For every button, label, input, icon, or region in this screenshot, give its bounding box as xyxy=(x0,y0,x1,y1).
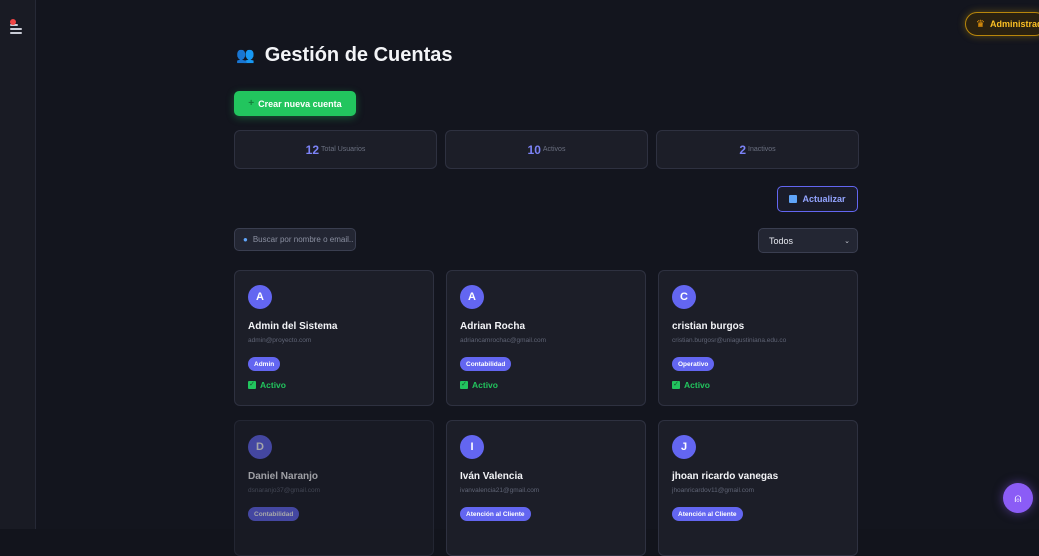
refresh-button[interactable]: Actualizar xyxy=(777,186,858,212)
search-icon: ● xyxy=(243,235,248,244)
user-card[interactable]: A Adrian Rocha adriancamrochac@gmail.com… xyxy=(446,270,646,406)
user-email: cristian.burgosr@uniagustiniana.edu.co xyxy=(672,337,787,344)
stat-inactive-users: 2 Inactivos xyxy=(656,130,859,169)
plus-icon: + xyxy=(248,98,255,109)
user-email: jhoanricardov11@gmail.com xyxy=(672,487,754,494)
status-text: Activo xyxy=(472,380,498,390)
floating-action-button[interactable]: ⍝ xyxy=(1003,483,1033,513)
chevron-down-icon: ⌄ xyxy=(844,237,850,245)
bell-icon: ⍝ xyxy=(1014,490,1022,505)
users-icon: 👥 xyxy=(236,47,255,64)
avatar: A xyxy=(460,285,484,309)
stat-total-users: 12 Total Usuarios xyxy=(234,130,437,169)
stat-value: 10 xyxy=(527,142,541,157)
user-name: Iván Valencia xyxy=(460,471,523,482)
avatar: C xyxy=(672,285,696,309)
avatar: J xyxy=(672,435,696,459)
sidebar xyxy=(0,0,36,529)
user-card-inactive[interactable]: D Daniel Naranjo dsnaranjo37@gmail.com C… xyxy=(234,420,434,556)
avatar: A xyxy=(248,285,272,309)
user-email: ivanvalencia21@gmail.com xyxy=(460,487,540,494)
user-email: admin@proyecto.com xyxy=(248,337,312,344)
stat-label: Activos xyxy=(542,146,566,153)
user-email: adriancamrochac@gmail.com xyxy=(460,337,547,344)
stat-label: Total Usuarios xyxy=(321,146,366,153)
create-account-button[interactable]: + Crear nueva cuenta xyxy=(234,91,356,116)
search-input[interactable] xyxy=(252,235,353,244)
create-account-label: Crear nueva cuenta xyxy=(258,98,342,109)
refresh-icon xyxy=(789,195,798,203)
avatar: I xyxy=(460,435,484,459)
user-card[interactable]: C cristian burgos cristian.burgosr@uniag… xyxy=(658,270,858,406)
stat-value: 2 xyxy=(739,142,747,157)
role-badge: Atención al Cliente xyxy=(460,507,531,521)
user-card[interactable]: J jhoan ricardo vanegas jhoanricardov11@… xyxy=(658,420,858,556)
status-indicator: ✓ Activo xyxy=(672,380,710,390)
role-badge: Contabilidad xyxy=(460,357,512,371)
role-badge: Operativo xyxy=(672,357,715,371)
user-name: cristian burgos xyxy=(672,321,745,332)
status-text: Activo xyxy=(684,380,710,390)
hamburger-menu-icon[interactable] xyxy=(10,19,26,36)
page-title-text: Gestión de Cuentas xyxy=(264,44,453,66)
user-name: jhoan ricardo vanegas xyxy=(672,471,779,482)
role-badge: Contabilidad xyxy=(248,507,300,521)
status-text: Activo xyxy=(260,380,286,390)
check-icon: ✓ xyxy=(672,381,680,389)
crown-icon: ♛ xyxy=(976,18,985,30)
user-name: Admin del Sistema xyxy=(248,321,338,332)
user-card[interactable]: A Admin del Sistema admin@proyecto.com A… xyxy=(234,270,434,406)
stat-active-users: 10 Activos xyxy=(445,130,648,169)
user-name: Adrian Rocha xyxy=(460,321,526,332)
page-title: 👥 Gestión de Cuentas xyxy=(236,44,453,67)
user-card[interactable]: I Iván Valencia ivanvalencia21@gmail.com… xyxy=(446,420,646,556)
status-indicator: ✓ Activo xyxy=(460,380,498,390)
avatar: D xyxy=(248,435,272,459)
stat-value: 12 xyxy=(305,142,319,157)
role-badge: Admin xyxy=(248,357,281,371)
user-name: Daniel Naranjo xyxy=(248,471,319,482)
status-indicator: ✓ Activo xyxy=(248,380,286,390)
search-field[interactable]: ● xyxy=(234,228,356,251)
role-badge: Atención al Cliente xyxy=(672,507,743,521)
notification-dot xyxy=(10,19,16,25)
check-icon: ✓ xyxy=(460,381,468,389)
admin-role-label: Administrador xyxy=(989,19,1039,29)
check-icon: ✓ xyxy=(248,381,256,389)
refresh-label: Actualizar xyxy=(802,194,846,204)
stat-label: Inactivos xyxy=(748,146,776,153)
status-filter-value: Todos xyxy=(769,235,794,246)
status-filter-select[interactable]: Todos ⌄ xyxy=(758,228,858,253)
user-email: dsnaranjo37@gmail.com xyxy=(248,487,320,494)
admin-role-badge[interactable]: ♛ Administrador xyxy=(965,12,1039,36)
app-window: ♛ Administrador 👥 Gestión de Cuentas + C… xyxy=(0,0,1039,556)
